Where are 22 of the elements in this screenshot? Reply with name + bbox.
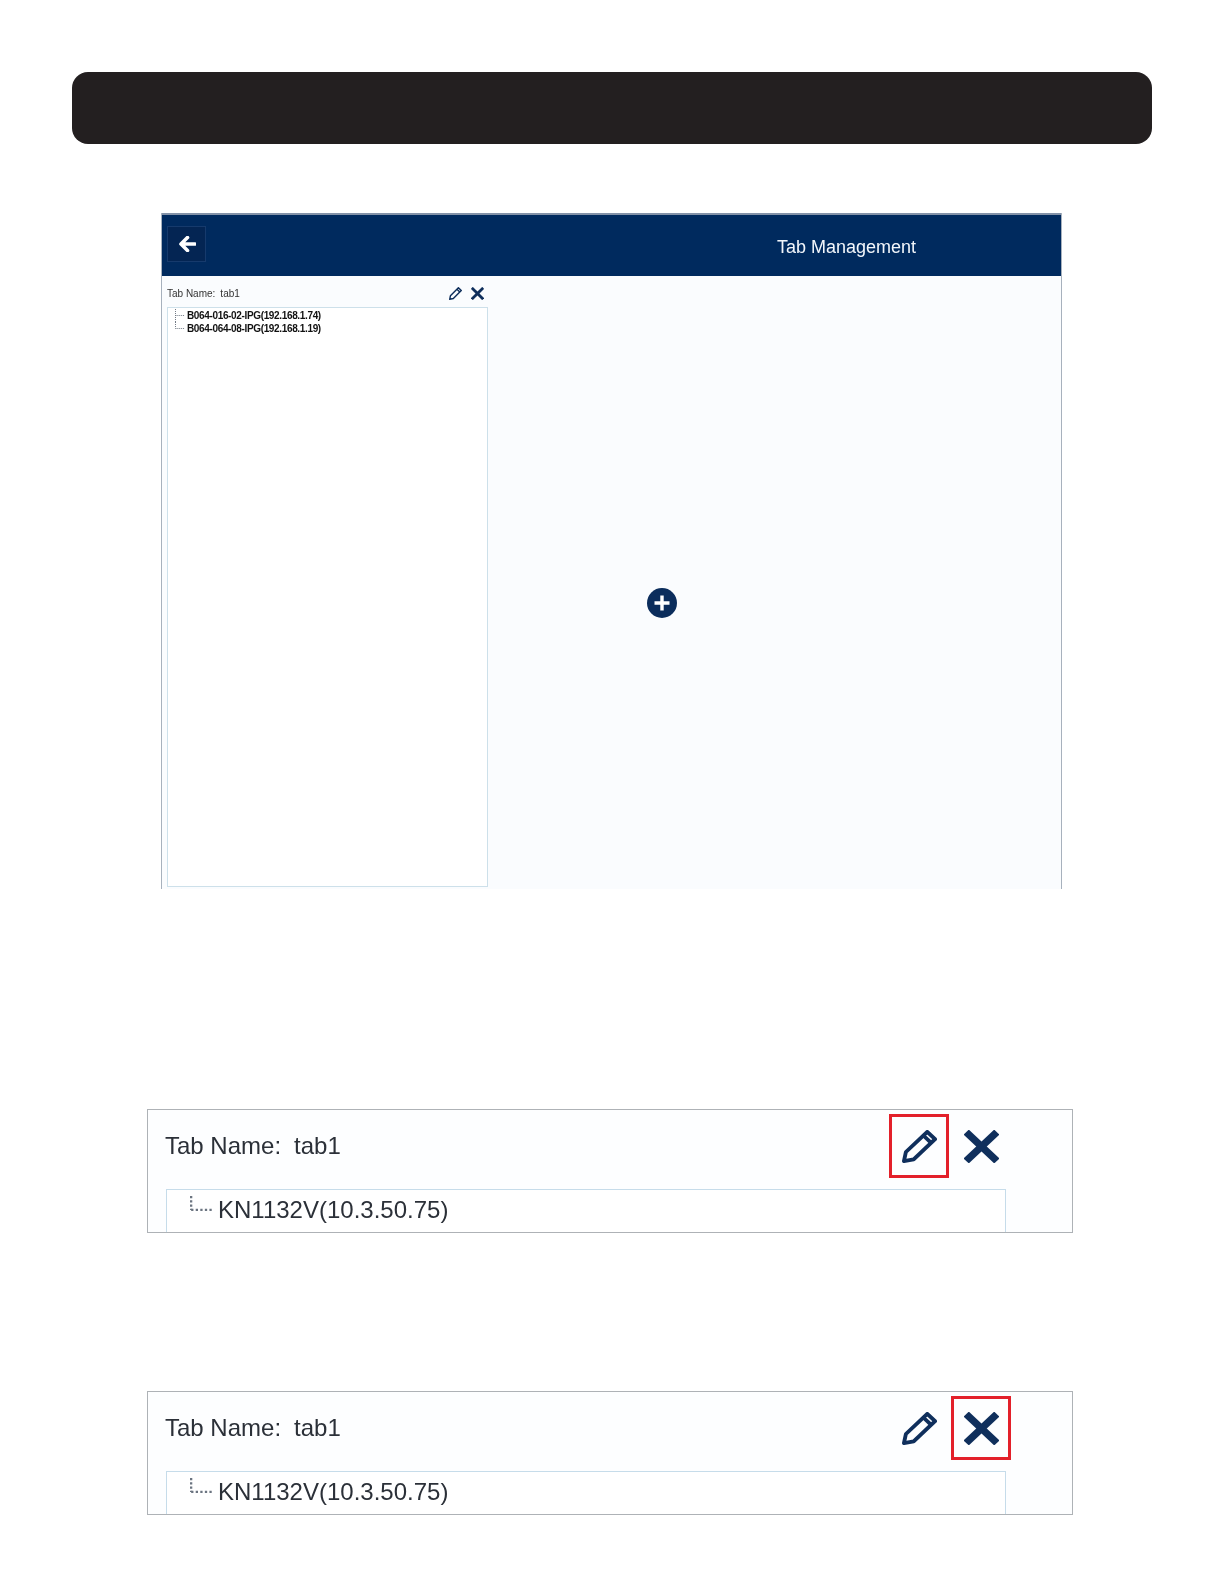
arrow-left-icon bbox=[177, 236, 196, 252]
window-title: Tab Management bbox=[777, 236, 917, 258]
tree-item[interactable]: B064-016-02-IPG(192.168.1.74) bbox=[187, 310, 321, 321]
tab-name-value: tab1 bbox=[220, 287, 240, 299]
tab-name-label: Tab Name: bbox=[165, 1414, 282, 1442]
close-icon[interactable] bbox=[963, 1411, 999, 1445]
tab-name-label: Tab Name: bbox=[165, 1132, 282, 1160]
plus-circle-icon[interactable] bbox=[647, 588, 677, 618]
pencil-icon[interactable] bbox=[901, 1411, 937, 1445]
close-icon[interactable] bbox=[963, 1129, 999, 1163]
tree-item[interactable]: KN1132V(10.3.50.75) bbox=[218, 1196, 449, 1224]
tree-branch-icon bbox=[190, 1478, 214, 1493]
tree-item[interactable]: B064-064-08-IPG(192.168.1.19) bbox=[187, 323, 321, 334]
pencil-icon[interactable] bbox=[901, 1129, 937, 1163]
tab-name-label: Tab Name: bbox=[167, 287, 216, 299]
pencil-icon[interactable] bbox=[448, 286, 462, 300]
back-button[interactable] bbox=[167, 226, 206, 262]
tree-item[interactable]: KN1132V(10.3.50.75) bbox=[218, 1478, 449, 1506]
tab-name-value: tab1 bbox=[294, 1414, 341, 1442]
tab-name-value: tab1 bbox=[294, 1132, 341, 1160]
tree-branch-icon bbox=[190, 1196, 214, 1211]
close-icon[interactable] bbox=[470, 286, 484, 300]
